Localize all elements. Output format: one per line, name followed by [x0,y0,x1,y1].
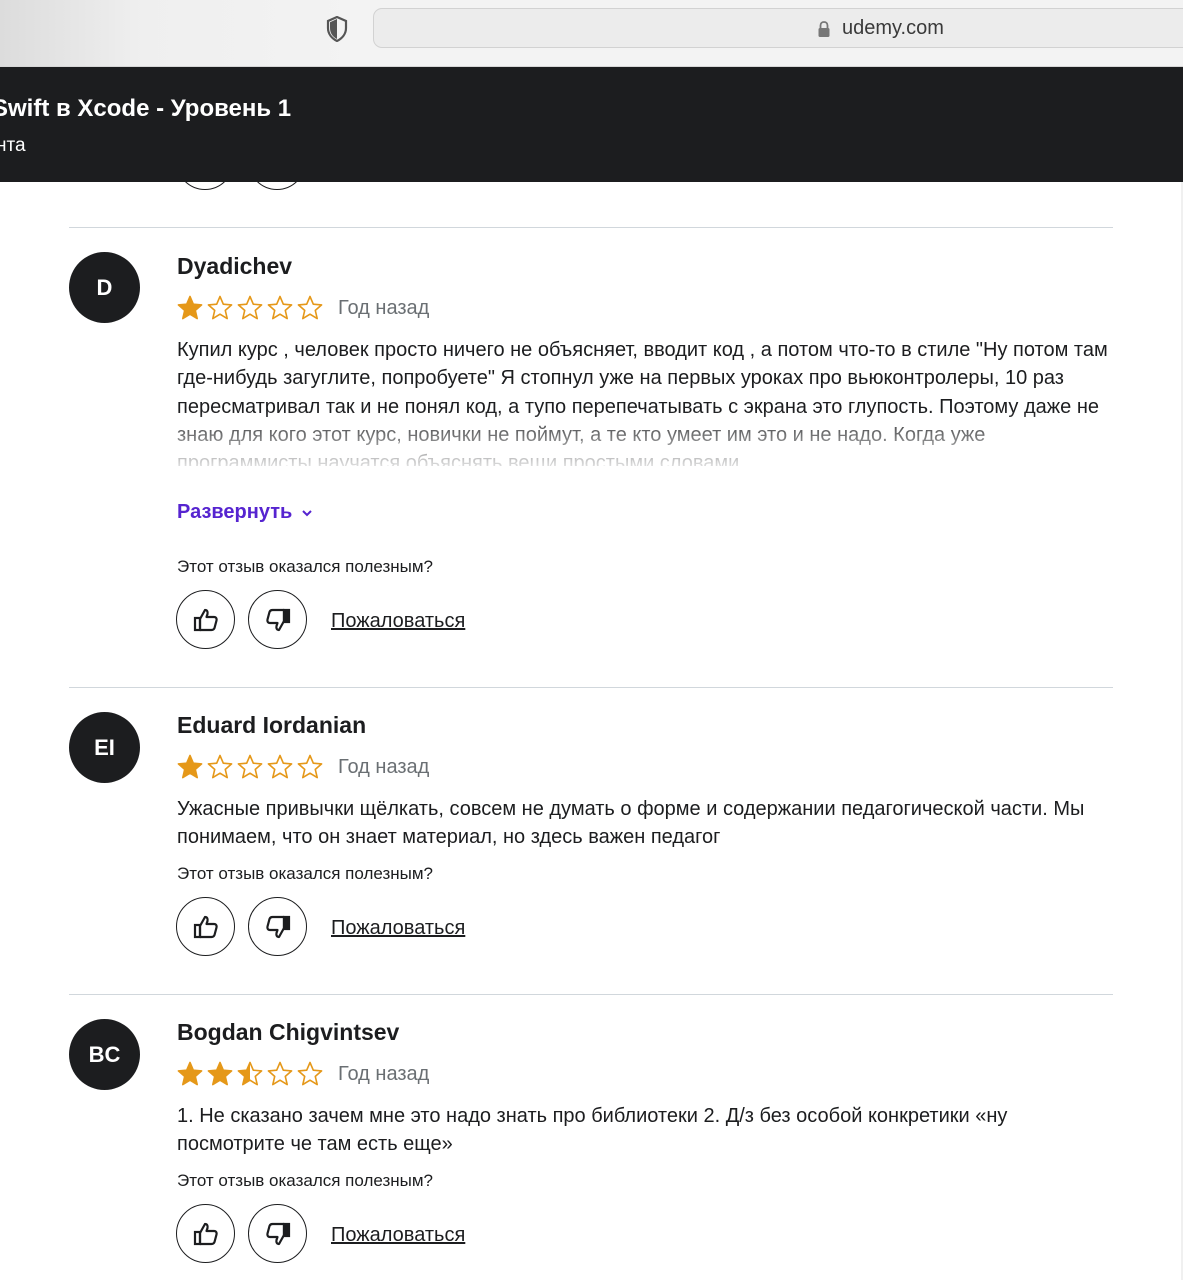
course-subtitle: нта [0,135,26,156]
star-half-icon [237,1061,263,1086]
expand-review-button[interactable]: Развернуть [177,501,314,524]
address-bar[interactable] [373,8,1183,48]
avatar: BC [69,1019,140,1090]
star-filled-icon [177,295,203,320]
report-link[interactable]: Пожаловаться [331,917,465,940]
thumbs-down-button[interactable] [248,590,307,649]
star-filled-icon [207,1061,233,1086]
reviewer-name: Bogdan Chigvintsev [177,1019,400,1045]
review-divider [69,994,1113,995]
thumbs-up-icon [193,608,218,631]
chevron-down-icon [302,509,313,516]
thumbs-up-button[interactable] [176,590,235,649]
star-empty-icon [237,754,263,779]
address-bar-url: udemy.com [842,17,944,39]
thumbs-up-button[interactable] [176,1204,235,1263]
review-text: Ужасные привычки щёлкать, совсем не дума… [177,798,1085,849]
review-text: Купил курс , человек просто ничего не об… [177,336,1117,466]
star-empty-icon [267,295,293,320]
thumbs-down-icon [265,1222,290,1245]
thumbs-up-icon [193,1222,218,1245]
report-link[interactable]: Пожаловаться [331,610,465,633]
thumbs-down-button[interactable] [248,1204,307,1263]
browser-toolbar: udemy.com [0,0,1183,67]
thumbs-up-icon [193,915,218,938]
lock-icon [818,21,830,37]
review-date: Год назад [338,756,430,778]
star-empty-icon [207,754,233,779]
review-text: 1. Не сказано зачем мне это надо знать п… [177,1105,1008,1156]
expand-label: Развернуть [177,501,293,523]
course-sticky-header: Swift в Xcode - Уровень 1 нта [0,67,1183,182]
report-link[interactable]: Пожаловаться [331,1224,465,1247]
thumbs-down-button[interactable] [248,897,307,956]
star-filled-icon [177,754,203,779]
star-empty-icon [297,1061,323,1086]
review-date: Год назад [338,1063,430,1085]
star-rating [176,1060,324,1088]
star-filled-icon [177,1061,203,1086]
star-empty-icon [207,295,233,320]
star-empty-icon [237,295,263,320]
star-empty-icon [267,1061,293,1086]
thumbs-down-icon [265,915,290,938]
privacy-shield-icon[interactable] [326,16,348,42]
star-empty-icon [267,754,293,779]
star-empty-icon [297,754,323,779]
review-divider [69,687,1113,688]
thumbs-down-icon [265,608,290,631]
star-rating [176,753,324,781]
avatar: D [69,252,140,323]
reviewer-name: Dyadichev [177,253,293,279]
helpful-question: Этот отзыв оказался полезным? [177,864,433,883]
avatar: EI [69,712,140,783]
star-rating [176,294,324,322]
reviewer-name: Eduard Iordanian [177,712,367,738]
star-empty-icon [297,295,323,320]
helpful-question: Этот отзыв оказался полезным? [177,1171,433,1190]
course-title: Swift в Xcode - Уровень 1 [0,95,292,122]
review-divider [69,227,1113,228]
thumbs-up-button[interactable] [176,897,235,956]
review-date: Год назад [338,297,430,319]
helpful-question: Этот отзыв оказался полезным? [177,557,433,576]
